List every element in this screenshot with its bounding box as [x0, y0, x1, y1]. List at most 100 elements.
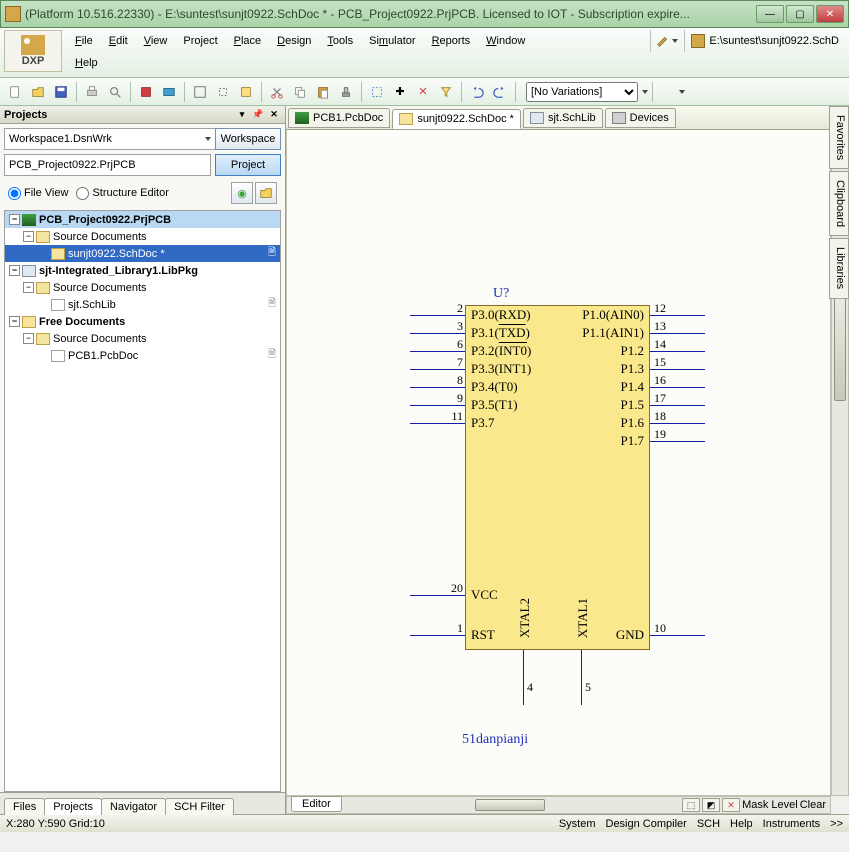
- menu-tools[interactable]: Tools: [320, 32, 360, 50]
- doctab-devices[interactable]: Devices: [605, 108, 676, 128]
- menu-edit[interactable]: Edit: [102, 32, 135, 50]
- pin-number: 4: [527, 680, 533, 695]
- redo-button[interactable]: [489, 81, 511, 103]
- doctab-pcb[interactable]: PCB1.PcbDoc: [288, 108, 390, 128]
- tree-schdoc-file[interactable]: sunjt0922.SchDoc * 🗎: [5, 245, 280, 262]
- tree-free-documents[interactable]: − Free Documents: [5, 313, 280, 330]
- menu-help[interactable]: Help: [68, 54, 105, 72]
- undo-button[interactable]: [466, 81, 488, 103]
- project-button[interactable]: Project: [215, 154, 281, 176]
- zoom-selected-button[interactable]: [235, 81, 257, 103]
- move-button[interactable]: ✚: [389, 81, 411, 103]
- pin-name: P1.2: [471, 343, 644, 359]
- compile-button[interactable]: [135, 81, 157, 103]
- status-more[interactable]: >>: [830, 818, 843, 830]
- tab-projects[interactable]: Projects: [44, 798, 102, 815]
- schematic-canvas[interactable]: U? 51danpianji 2P3.0(RXD)3P3.1(TXD)6P3.2…: [286, 130, 831, 796]
- status-design-compiler[interactable]: Design Compiler: [606, 818, 687, 830]
- deselect-button[interactable]: ✕: [412, 81, 434, 103]
- workspace-input[interactable]: [4, 128, 219, 150]
- pin-name: P1.3: [471, 361, 644, 377]
- select-button[interactable]: [366, 81, 388, 103]
- cut-button[interactable]: [266, 81, 288, 103]
- rubber-stamp-button[interactable]: [335, 81, 357, 103]
- menu-reports[interactable]: Reports: [425, 32, 478, 50]
- clear-filter-button[interactable]: [435, 81, 457, 103]
- tree-source-documents[interactable]: − Source Documents: [5, 228, 280, 245]
- component-name[interactable]: 51danpianji: [462, 732, 528, 748]
- status-system[interactable]: System: [559, 818, 596, 830]
- menu-simulator[interactable]: Simulator: [362, 32, 422, 50]
- panel-pin-button[interactable]: 📌: [251, 108, 265, 122]
- project-tree[interactable]: − PCB_Project0922.PrjPCB − Source Docume…: [4, 210, 281, 792]
- structure-editor-radio[interactable]: Structure Editor: [76, 187, 168, 200]
- tab-navigator[interactable]: Navigator: [101, 798, 166, 815]
- panel-close-button[interactable]: ✕: [267, 108, 281, 122]
- toggle-mask-icon[interactable]: ◩: [702, 798, 720, 812]
- menu-place[interactable]: Place: [227, 32, 269, 50]
- preview-button[interactable]: [104, 81, 126, 103]
- clear-button[interactable]: Clear: [800, 799, 826, 811]
- menu-design[interactable]: Design: [270, 32, 318, 50]
- copy-button[interactable]: [289, 81, 311, 103]
- new-button[interactable]: [4, 81, 26, 103]
- editor-tab[interactable]: Editor: [291, 796, 342, 812]
- tree-pcbdoc-file[interactable]: PCB1.PcbDoc 🗎: [5, 347, 280, 364]
- lib-icon: [530, 112, 544, 124]
- menu-project[interactable]: Project: [176, 32, 224, 50]
- tree-source-documents[interactable]: − Source Documents: [5, 279, 280, 296]
- menu-view[interactable]: View: [137, 32, 175, 50]
- tree-schlib-file[interactable]: sjt.SchLib 🗎: [5, 296, 280, 313]
- rail-favorites[interactable]: Favorites: [829, 106, 849, 169]
- paste-button[interactable]: [312, 81, 334, 103]
- dxp-label: DXP: [22, 55, 45, 67]
- save-button[interactable]: [50, 81, 72, 103]
- pin-line: [523, 650, 524, 705]
- open-button[interactable]: [27, 81, 49, 103]
- pin-number: 7: [445, 355, 463, 370]
- side-rail: Favorites Clipboard Libraries: [829, 106, 849, 301]
- toolbar: ✚ ✕ [No Variations]: [0, 78, 849, 106]
- tree-source-documents[interactable]: − Source Documents: [5, 330, 280, 347]
- minimize-button[interactable]: —: [756, 5, 784, 23]
- menu-custom-icon[interactable]: [650, 30, 682, 52]
- status-sch[interactable]: SCH: [697, 818, 720, 830]
- sch-icon: [399, 113, 413, 125]
- doctab-schlib[interactable]: sjt.SchLib: [523, 108, 603, 128]
- rail-libraries[interactable]: Libraries: [829, 238, 849, 298]
- component-designator[interactable]: U?: [493, 286, 509, 302]
- zoom-area-button[interactable]: [212, 81, 234, 103]
- menu-window[interactable]: Window: [479, 32, 532, 50]
- pin-number: 1: [441, 621, 463, 636]
- toolbar-extra-dropdown[interactable]: [657, 81, 707, 103]
- mask-level-button[interactable]: Mask Level: [742, 799, 798, 811]
- file-view-radio[interactable]: File View: [8, 187, 68, 200]
- browse-button[interactable]: [158, 81, 180, 103]
- pin-name: P1.4: [471, 379, 644, 395]
- variations-select[interactable]: [No Variations]: [526, 81, 648, 103]
- panel-options-button[interactable]: [255, 182, 277, 204]
- tree-libpkg-root[interactable]: − sjt-Integrated_Library1.LibPkg: [5, 262, 280, 279]
- maximize-button[interactable]: ▢: [786, 5, 814, 23]
- doctab-schdoc[interactable]: sunjt0922.SchDoc *: [392, 109, 521, 129]
- tab-sch-filter[interactable]: SCH Filter: [165, 798, 234, 815]
- menu-file[interactable]: File: [68, 32, 100, 50]
- pin-line: [581, 650, 582, 705]
- status-help[interactable]: Help: [730, 818, 753, 830]
- rail-clipboard[interactable]: Clipboard: [829, 171, 849, 236]
- devices-icon: [612, 112, 626, 124]
- status-instruments[interactable]: Instruments: [763, 818, 820, 830]
- tree-project-root[interactable]: − PCB_Project0922.PrjPCB: [5, 211, 280, 228]
- panel-dropdown-button[interactable]: ▾: [235, 108, 249, 122]
- dxp-menu[interactable]: DXP: [4, 30, 62, 72]
- horizontal-scrollbar[interactable]: Editor ⬚ ◩ ✕ Mask Level Clear: [286, 796, 831, 814]
- toggle-heads-up-icon[interactable]: ⬚: [682, 798, 700, 812]
- print-button[interactable]: [81, 81, 103, 103]
- tab-files[interactable]: Files: [4, 798, 45, 815]
- project-input[interactable]: [4, 154, 211, 176]
- panel-config-button[interactable]: ◉: [231, 182, 253, 204]
- zoom-fit-button[interactable]: [189, 81, 211, 103]
- toggle-dim-icon[interactable]: ✕: [722, 798, 740, 812]
- workspace-button[interactable]: Workspace: [215, 128, 281, 150]
- close-button[interactable]: ✕: [816, 5, 844, 23]
